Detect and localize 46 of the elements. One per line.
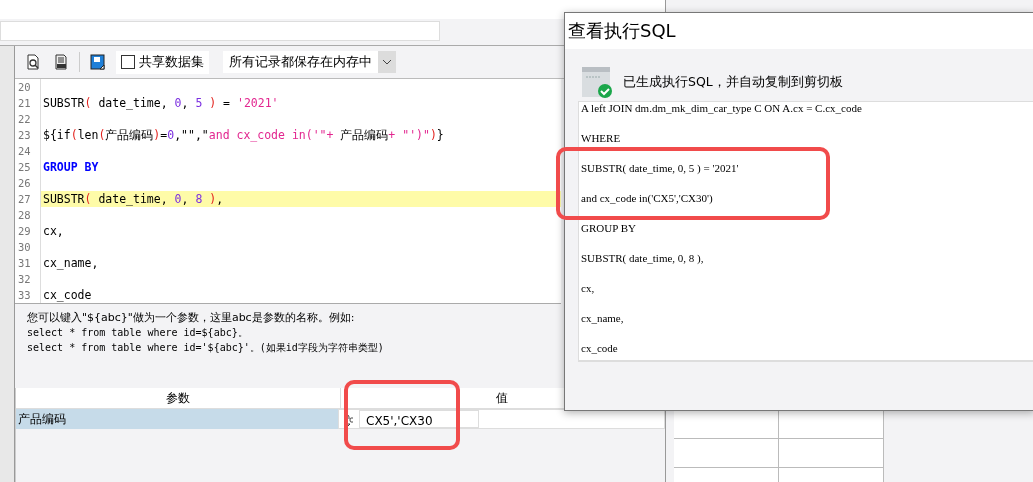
chevron-down-icon xyxy=(382,59,392,65)
sql-line: cx, xyxy=(581,281,595,295)
code-line: GROUP BY xyxy=(42,159,100,175)
share-checkbox[interactable] xyxy=(121,55,135,69)
sql-line: WHERE xyxy=(581,131,621,145)
window-title: 查看执行SQL xyxy=(567,19,677,43)
code-line: SUBSTR( date_time, 0, 5 ) = '2021' xyxy=(42,95,280,111)
line-number: 26 xyxy=(15,175,41,191)
line-number: 33 xyxy=(15,287,41,303)
save-icon[interactable] xyxy=(90,54,106,70)
line-number: 21 xyxy=(15,95,41,111)
input-field[interactable] xyxy=(0,21,440,41)
help-text: 您可以键入"${abc}"做为一个参数，这里abc是参数的名称。例如: xyxy=(27,310,356,325)
sql-line: cx_code xyxy=(581,341,618,355)
preview-icon[interactable] xyxy=(25,54,41,70)
line-number: 30 xyxy=(15,239,41,255)
document-check-icon xyxy=(581,66,613,98)
param-name-cell[interactable]: 产品编码 xyxy=(16,409,338,429)
code-editor[interactable]: 20 21 SUBSTR( date_time, 0, 5 ) = '2021' 22 23 ${if(len(产品编码)=0,"","and cx_code in('"+ 产品编码+ "')")} 24 25 GROUP BY 26 27 SUBSTR( date_time, 0, 8 ), 28 29 cx, 30 31 cx_name, 32 33 cx_code xyxy=(15,79,561,304)
code-line: cx_code xyxy=(42,287,93,303)
line-number: 24 xyxy=(15,143,41,159)
column-header: 参数 xyxy=(16,388,341,408)
line-number: 22 xyxy=(15,111,41,127)
storage-dropdown[interactable]: 所有记录都保存在内存中 xyxy=(223,51,396,73)
checkbox-label: 共享数据集 xyxy=(139,53,204,71)
sql-line: and cx_code in('CX5','CX30') xyxy=(581,191,713,205)
line-number: 28 xyxy=(15,207,41,223)
line-number: 31 xyxy=(15,255,41,271)
line-number: 29 xyxy=(15,223,41,239)
code-line: ${if(len(产品编码)=0,"","and cx_code in('"+ 产品编码+ "')")} xyxy=(42,127,445,143)
value-field[interactable]: CX5','CX30 xyxy=(359,410,479,428)
line-number: 23 xyxy=(15,127,41,143)
code-line: cx, xyxy=(42,223,65,239)
sql-line: cx_name, xyxy=(581,311,624,325)
sql-line: SUBSTR( date_time, 0, 8 ), xyxy=(581,251,704,265)
line-number: 20 xyxy=(15,79,41,95)
help-text: select * from table where id='${abc}'。(如果id字段为字符串类型) xyxy=(27,341,385,355)
sql-line: SUBSTR( date_time, 0, 5 ) = '2021' xyxy=(581,161,739,175)
status-message: 已生成执行SQL，并自动复制到剪切板 xyxy=(623,73,843,91)
line-number: 25 xyxy=(15,159,41,175)
sql-text-area[interactable]: A left JOIN dm.dm_mk_dim_car_type C ON A.cx = C.cx_code WHERE SUBSTR( date_time, 0, 5 ) = '2021' and cx_code in('CX5','CX30') GROUP BY SUBSTR( date_time, 0, 8 ), cx, cx_name, cx_code xyxy=(578,101,1033,362)
sql-line: A left JOIN dm.dm_mk_dim_car_type C ON A.cx = C.cx_code xyxy=(581,102,862,115)
sql-line: GROUP BY xyxy=(581,221,636,235)
line-number: 32 xyxy=(15,271,41,287)
code-line: cx_name, xyxy=(42,255,100,271)
help-text: select * from table where id=${abc}。 xyxy=(27,326,249,340)
